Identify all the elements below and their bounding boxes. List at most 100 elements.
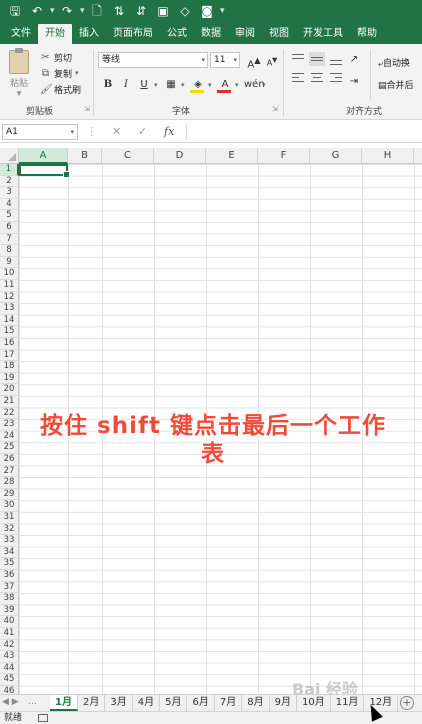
row-header-43[interactable]: 43 [0,651,19,663]
phonetic-dropdown-icon[interactable]: ▾ [262,81,269,89]
macro-record-icon[interactable] [38,714,48,722]
tab-developer[interactable]: 开发工具 [296,24,350,44]
sheet-tab-6[interactable]: 6月 [187,695,215,711]
phonetic-icon[interactable]: wén [244,77,265,93]
row-header-9[interactable]: 9 [0,256,19,269]
row-header-27[interactable]: 27 [0,465,19,478]
tab-help[interactable]: 帮助 [350,24,384,44]
copy-dropdown-icon[interactable]: ▾ [75,69,82,77]
underline-dropdown-icon[interactable]: ▾ [154,81,161,89]
column-header-b[interactable]: B [68,148,102,164]
column-header-g[interactable]: G [310,148,362,164]
row-header-30[interactable]: 30 [0,500,19,512]
row-header-11[interactable]: 11 [0,280,19,292]
row-header-26[interactable]: 26 [0,454,19,466]
row-header-20[interactable]: 20 [0,384,19,396]
wrap-text-button[interactable]: ⤶自动换 [378,56,410,69]
row-header-44[interactable]: 44 [0,662,19,675]
merge-center-button[interactable]: ▤合并后 [378,78,414,91]
row-header-23[interactable]: 23 [0,419,19,431]
row-header-22[interactable]: 22 [0,407,19,420]
row-header-1[interactable]: 1 [0,164,19,176]
clipboard-launcher-icon[interactable]: ⇲ [84,105,90,113]
fill-color-icon[interactable]: ◈ [190,77,206,93]
sheet-tab-4[interactable]: 4月 [133,695,161,711]
sheet-tab-9[interactable]: 9月 [270,695,297,711]
row-header-8[interactable]: 8 [0,245,19,257]
sort-ascending-icon[interactable]: ⇅ [110,2,128,20]
add-sheet-button[interactable]: + [400,696,414,710]
cut-button[interactable]: ✂ 剪切 [40,50,72,64]
tab-insert[interactable]: 插入 [72,24,106,44]
sheet-nav-more-icon[interactable]: … [28,697,37,707]
row-header-25[interactable]: 25 [0,442,19,454]
cancel-icon[interactable]: ✕ [112,124,121,140]
undo-dropdown-icon[interactable]: ▾ [50,2,55,20]
border-icon[interactable]: ▦ [163,77,179,93]
row-header-33[interactable]: 33 [0,535,19,547]
tab-home[interactable]: 开始 [38,24,72,44]
row-header-35[interactable]: 35 [0,558,19,570]
tab-data[interactable]: 数据 [194,24,228,44]
row-header-24[interactable]: 24 [0,430,19,443]
align-top-icon[interactable] [290,52,306,66]
column-header-a[interactable]: A [19,148,68,164]
customize-dropdown-icon[interactable]: ▾ [220,2,225,20]
row-header-16[interactable]: 16 [0,338,19,350]
tab-page-layout[interactable]: 页面布局 [106,24,160,44]
column-header-d[interactable]: D [154,148,206,164]
sheet-tab-5[interactable]: 5月 [160,695,188,711]
row-header-40[interactable]: 40 [0,616,19,628]
row-header-13[interactable]: 13 [0,303,19,315]
row-header-39[interactable]: 39 [0,604,19,617]
align-center-icon[interactable] [309,70,325,84]
sheet-tab-10[interactable]: 10月 [297,695,331,711]
sheet-tab-8[interactable]: 8月 [242,695,270,711]
row-header-42[interactable]: 42 [0,639,19,652]
copy-button[interactable]: ⧉ 复制 ▾ [40,66,82,80]
redo-icon[interactable]: ↷ [58,2,76,20]
paste-button[interactable]: 粘贴 ▾ [6,48,32,99]
column-header-i[interactable] [414,148,422,164]
border-dropdown-icon[interactable]: ▾ [181,81,188,89]
row-header-12[interactable]: 12 [0,291,19,304]
align-right-icon[interactable] [328,70,344,84]
decrease-font-icon[interactable]: A▼ [264,52,280,68]
align-middle-icon[interactable] [309,52,325,66]
font-name-select[interactable]: 等线 ▾ [98,52,208,68]
paste-dropdown-icon[interactable]: ▾ [6,89,32,99]
print-preview-icon[interactable]: 🗋 [88,2,106,20]
row-header-29[interactable]: 29 [0,488,19,501]
row-header-17[interactable]: 17 [0,349,19,362]
row-header-45[interactable]: 45 [0,674,19,686]
italic-button[interactable]: I [118,77,134,93]
row-header-7[interactable]: 7 [0,233,19,246]
font-size-select[interactable]: 11 ▾ [210,52,240,68]
camera-icon[interactable]: ◙ [198,2,216,20]
format-painter-button[interactable]: 🖌 格式刷 [40,82,81,96]
column-header-f[interactable]: F [258,148,310,164]
row-header-31[interactable]: 31 [0,512,19,524]
row-header-6[interactable]: 6 [0,222,19,234]
tab-view[interactable]: 视图 [262,24,296,44]
align-bottom-icon[interactable] [328,52,344,66]
row-header-37[interactable]: 37 [0,581,19,594]
column-header-h[interactable]: H [362,148,414,164]
row-header-14[interactable]: 14 [0,314,19,327]
sheet-nav-prev-icon[interactable]: ◀ ▶ [2,697,19,707]
sheet-tab-1[interactable]: 1月 [50,695,78,711]
row-header-5[interactable]: 5 [0,210,19,222]
fill-color-dropdown-icon[interactable]: ▾ [208,81,215,89]
row-header-3[interactable]: 3 [0,187,19,199]
undo-icon[interactable]: ↶ [28,2,46,20]
row-header-38[interactable]: 38 [0,593,19,605]
row-header-34[interactable]: 34 [0,546,19,559]
row-header-18[interactable]: 18 [0,361,19,373]
row-header-36[interactable]: 36 [0,570,19,582]
font-color-dropdown-icon[interactable]: ▾ [235,81,242,89]
increase-font-icon[interactable]: A▲ [246,52,262,70]
bold-button[interactable]: B [100,77,116,93]
column-header-c[interactable]: C [102,148,154,164]
sheet-tab-2[interactable]: 2月 [78,695,106,711]
orientation-icon[interactable]: ↗ [346,52,362,68]
